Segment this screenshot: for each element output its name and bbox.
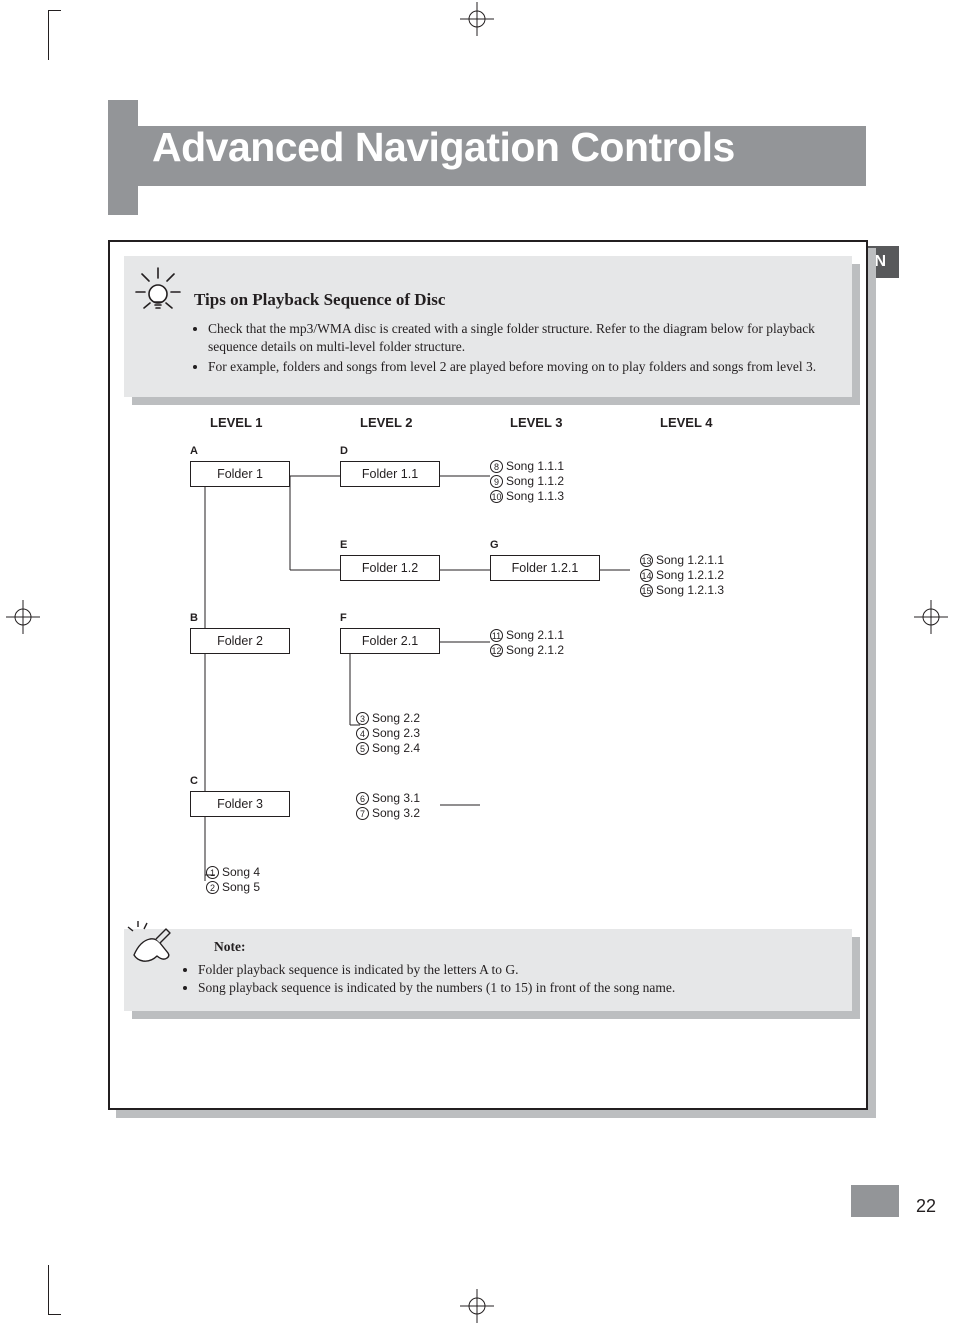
song-group: 1Song 4 2Song 5 (206, 865, 260, 895)
note-heading: Note: (214, 939, 834, 955)
note-list: Folder playback sequence is indicated by… (184, 961, 834, 997)
level-header: LEVEL 3 (510, 415, 563, 430)
song-group: 11Song 2.1.1 12Song 2.1.2 (490, 628, 564, 658)
page-tab (851, 1185, 899, 1217)
song-group: 6Song 3.1 7Song 3.2 (356, 791, 420, 821)
folder-node: Folder 1.2 (340, 555, 440, 581)
folder-node: Folder 1 (190, 461, 290, 487)
folder-node: Folder 2.1 (340, 628, 440, 654)
tips-heading: Tips on Playback Sequence of Disc (194, 290, 834, 310)
folder-node: Folder 1.2.1 (490, 555, 600, 581)
note-callout: Note: Folder playback sequence is indica… (124, 929, 852, 1011)
level-header: LEVEL 4 (660, 415, 713, 430)
crop-mark-icon (48, 10, 60, 60)
manual-page: Advanced Navigation Controls EN Tips on … (0, 0, 954, 1325)
hand-writing-icon (126, 921, 182, 973)
folder-node: Folder 1.1 (340, 461, 440, 487)
registration-mark-icon (460, 2, 494, 36)
level-header: LEVEL 2 (360, 415, 413, 430)
registration-mark-icon (914, 600, 948, 634)
registration-mark-icon (6, 600, 40, 634)
letter-label: G (490, 539, 499, 551)
letter-label: A (190, 445, 198, 457)
lightbulb-icon (130, 262, 186, 323)
registration-mark-icon (460, 1289, 494, 1323)
song-group: 8Song 1.1.1 9Song 1.1.2 10Song 1.1.3 (490, 459, 564, 504)
song-group: 13Song 1.2.1.1 14Song 1.2.1.2 15Song 1.2… (640, 553, 724, 598)
song-group: 3Song 2.2 4Song 2.3 5Song 2.4 (356, 711, 420, 756)
page-title-bar: Advanced Navigation Controls (108, 100, 866, 215)
tips-bullet: For example, folders and songs from leve… (208, 358, 834, 376)
page-title: Advanced Navigation Controls (152, 124, 735, 171)
letter-label: B (190, 612, 198, 624)
content-panel: Tips on Playback Sequence of Disc Check … (108, 240, 868, 1110)
note-bullet: Folder playback sequence is indicated by… (198, 961, 834, 979)
folder-node: Folder 3 (190, 791, 290, 817)
letter-label: E (340, 539, 347, 551)
letter-label: F (340, 612, 347, 624)
folder-diagram: LEVEL 1 LEVEL 2 LEVEL 3 LEVEL 4 (150, 415, 826, 925)
folder-node: Folder 2 (190, 628, 290, 654)
note-bullet: Song playback sequence is indicated by t… (198, 979, 834, 997)
tips-list: Check that the mp3/WMA disc is created w… (194, 320, 834, 377)
tips-callout: Tips on Playback Sequence of Disc Check … (124, 256, 852, 397)
letter-label: C (190, 775, 198, 787)
tips-bullet: Check that the mp3/WMA disc is created w… (208, 320, 834, 356)
letter-label: D (340, 445, 348, 457)
page-number: 22 (916, 1196, 936, 1217)
crop-mark-icon (48, 1265, 60, 1315)
level-header: LEVEL 1 (210, 415, 263, 430)
